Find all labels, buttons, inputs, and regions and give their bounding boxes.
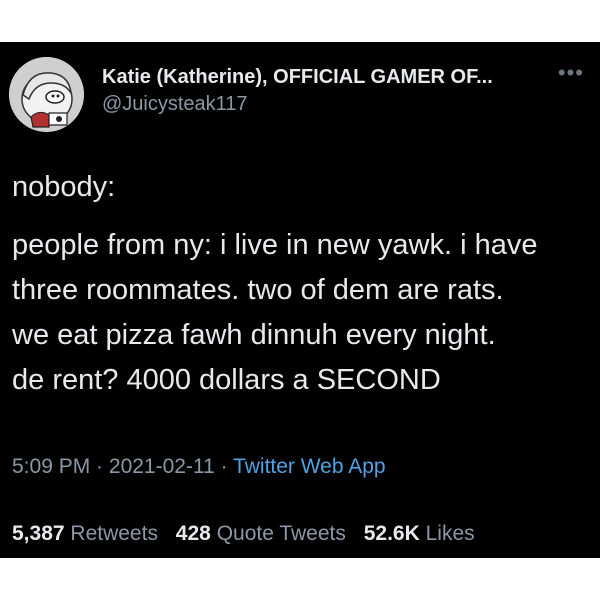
tweet-line: people from ny: i live in new yawk. i ha… [12, 229, 538, 261]
quotes-label: Quote Tweets [216, 522, 346, 545]
tweet-text: nobody: people from ny: i live in new ya… [12, 165, 597, 403]
tweet-line: three roommates. two of dem are rats. [12, 274, 504, 306]
tweet-line: de rent? 4000 dollars a SECOND [12, 364, 441, 396]
tweet-header: Katie (Katherine), OFFICIAL GAMER OF... … [0, 42, 600, 152]
tweet-stats: 5,387 Retweets 428 Quote Tweets 52.6K Li… [12, 522, 487, 546]
cartoon-avatar-icon [9, 57, 84, 132]
display-name[interactable]: Katie (Katherine), OFFICIAL GAMER OF... [102, 65, 493, 89]
tweet-date[interactable]: 2021-02-11 [109, 455, 215, 478]
likes-count: 52.6K [363, 522, 420, 545]
tweet-meta: 5:09 PM · 2021-02-11 · Twitter Web App [12, 455, 386, 479]
tweet-card: Katie (Katherine), OFFICIAL GAMER OF... … [0, 42, 600, 558]
quote-tweets-stat[interactable]: 428 Quote Tweets [176, 522, 346, 545]
likes-label: Likes [425, 522, 475, 545]
likes-stat[interactable]: 52.6K Likes [364, 522, 475, 545]
retweets-stat[interactable]: 5,387 Retweets [12, 522, 158, 545]
user-handle[interactable]: @Juicysteak117 [102, 91, 493, 117]
tweet-source-link[interactable]: Twitter Web App [233, 455, 386, 478]
tweet-line: nobody: [12, 171, 116, 203]
meta-separator: · [90, 455, 109, 478]
quotes-count: 428 [175, 522, 211, 545]
avatar[interactable] [9, 57, 84, 132]
retweets-label: Retweets [70, 522, 158, 545]
tweet-line: we eat pizza fawh dinnuh every night. [12, 319, 496, 351]
more-dots-icon[interactable]: ••• [558, 62, 584, 84]
meta-separator: · [214, 455, 234, 478]
user-names: Katie (Katherine), OFFICIAL GAMER OF... … [102, 65, 493, 117]
tweet-time[interactable]: 5:09 PM [12, 455, 90, 478]
retweets-count: 5,387 [12, 522, 65, 545]
